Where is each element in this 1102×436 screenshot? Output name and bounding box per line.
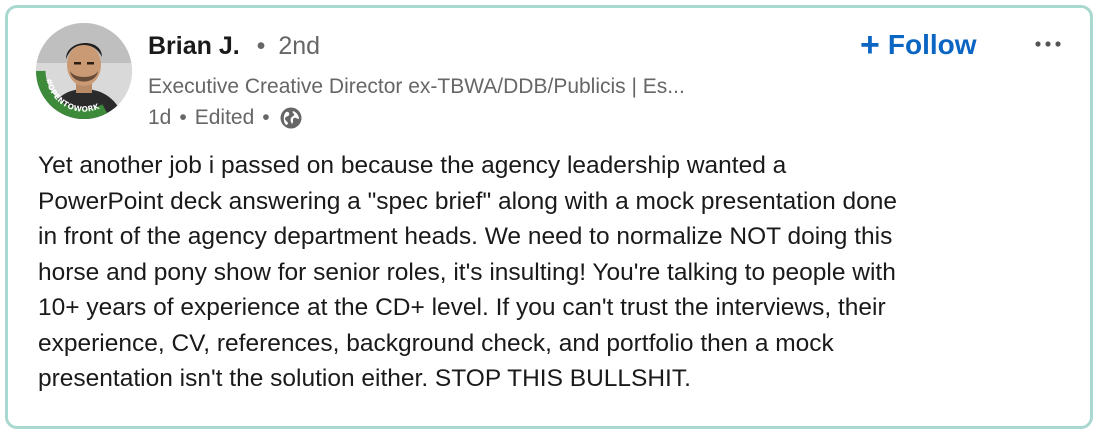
post-age[interactable]: 1d [148, 104, 171, 132]
author-avatar[interactable]: #OPENTOWORK [36, 23, 132, 119]
post-meta: 1d • Edited • [148, 104, 302, 132]
globe-icon [280, 107, 302, 129]
meta-separator: • [262, 106, 270, 129]
edited-label: Edited [194, 106, 255, 129]
meta-separator: • [179, 106, 187, 129]
post-body: Yet another job i passed on because the … [38, 152, 898, 392]
plus-icon: + [860, 26, 880, 64]
follow-label: Follow [887, 29, 977, 60]
connection-degree: 2nd [278, 32, 321, 60]
follow-button[interactable]: + Follow [860, 28, 977, 62]
author-name[interactable]: Brian J. [148, 32, 240, 60]
more-options-icon[interactable] [1030, 32, 1066, 56]
degree-separator: • [256, 32, 266, 60]
author-headline[interactable]: Executive Creative Director ex-TBWA/DDB/… [148, 73, 685, 101]
avatar-photo: #OPENTOWORK [36, 23, 132, 119]
post-card: #OPENTOWORK Brian J. • 2nd Executive Cre… [5, 5, 1093, 429]
author-name-row: Brian J. • 2nd [148, 30, 320, 62]
